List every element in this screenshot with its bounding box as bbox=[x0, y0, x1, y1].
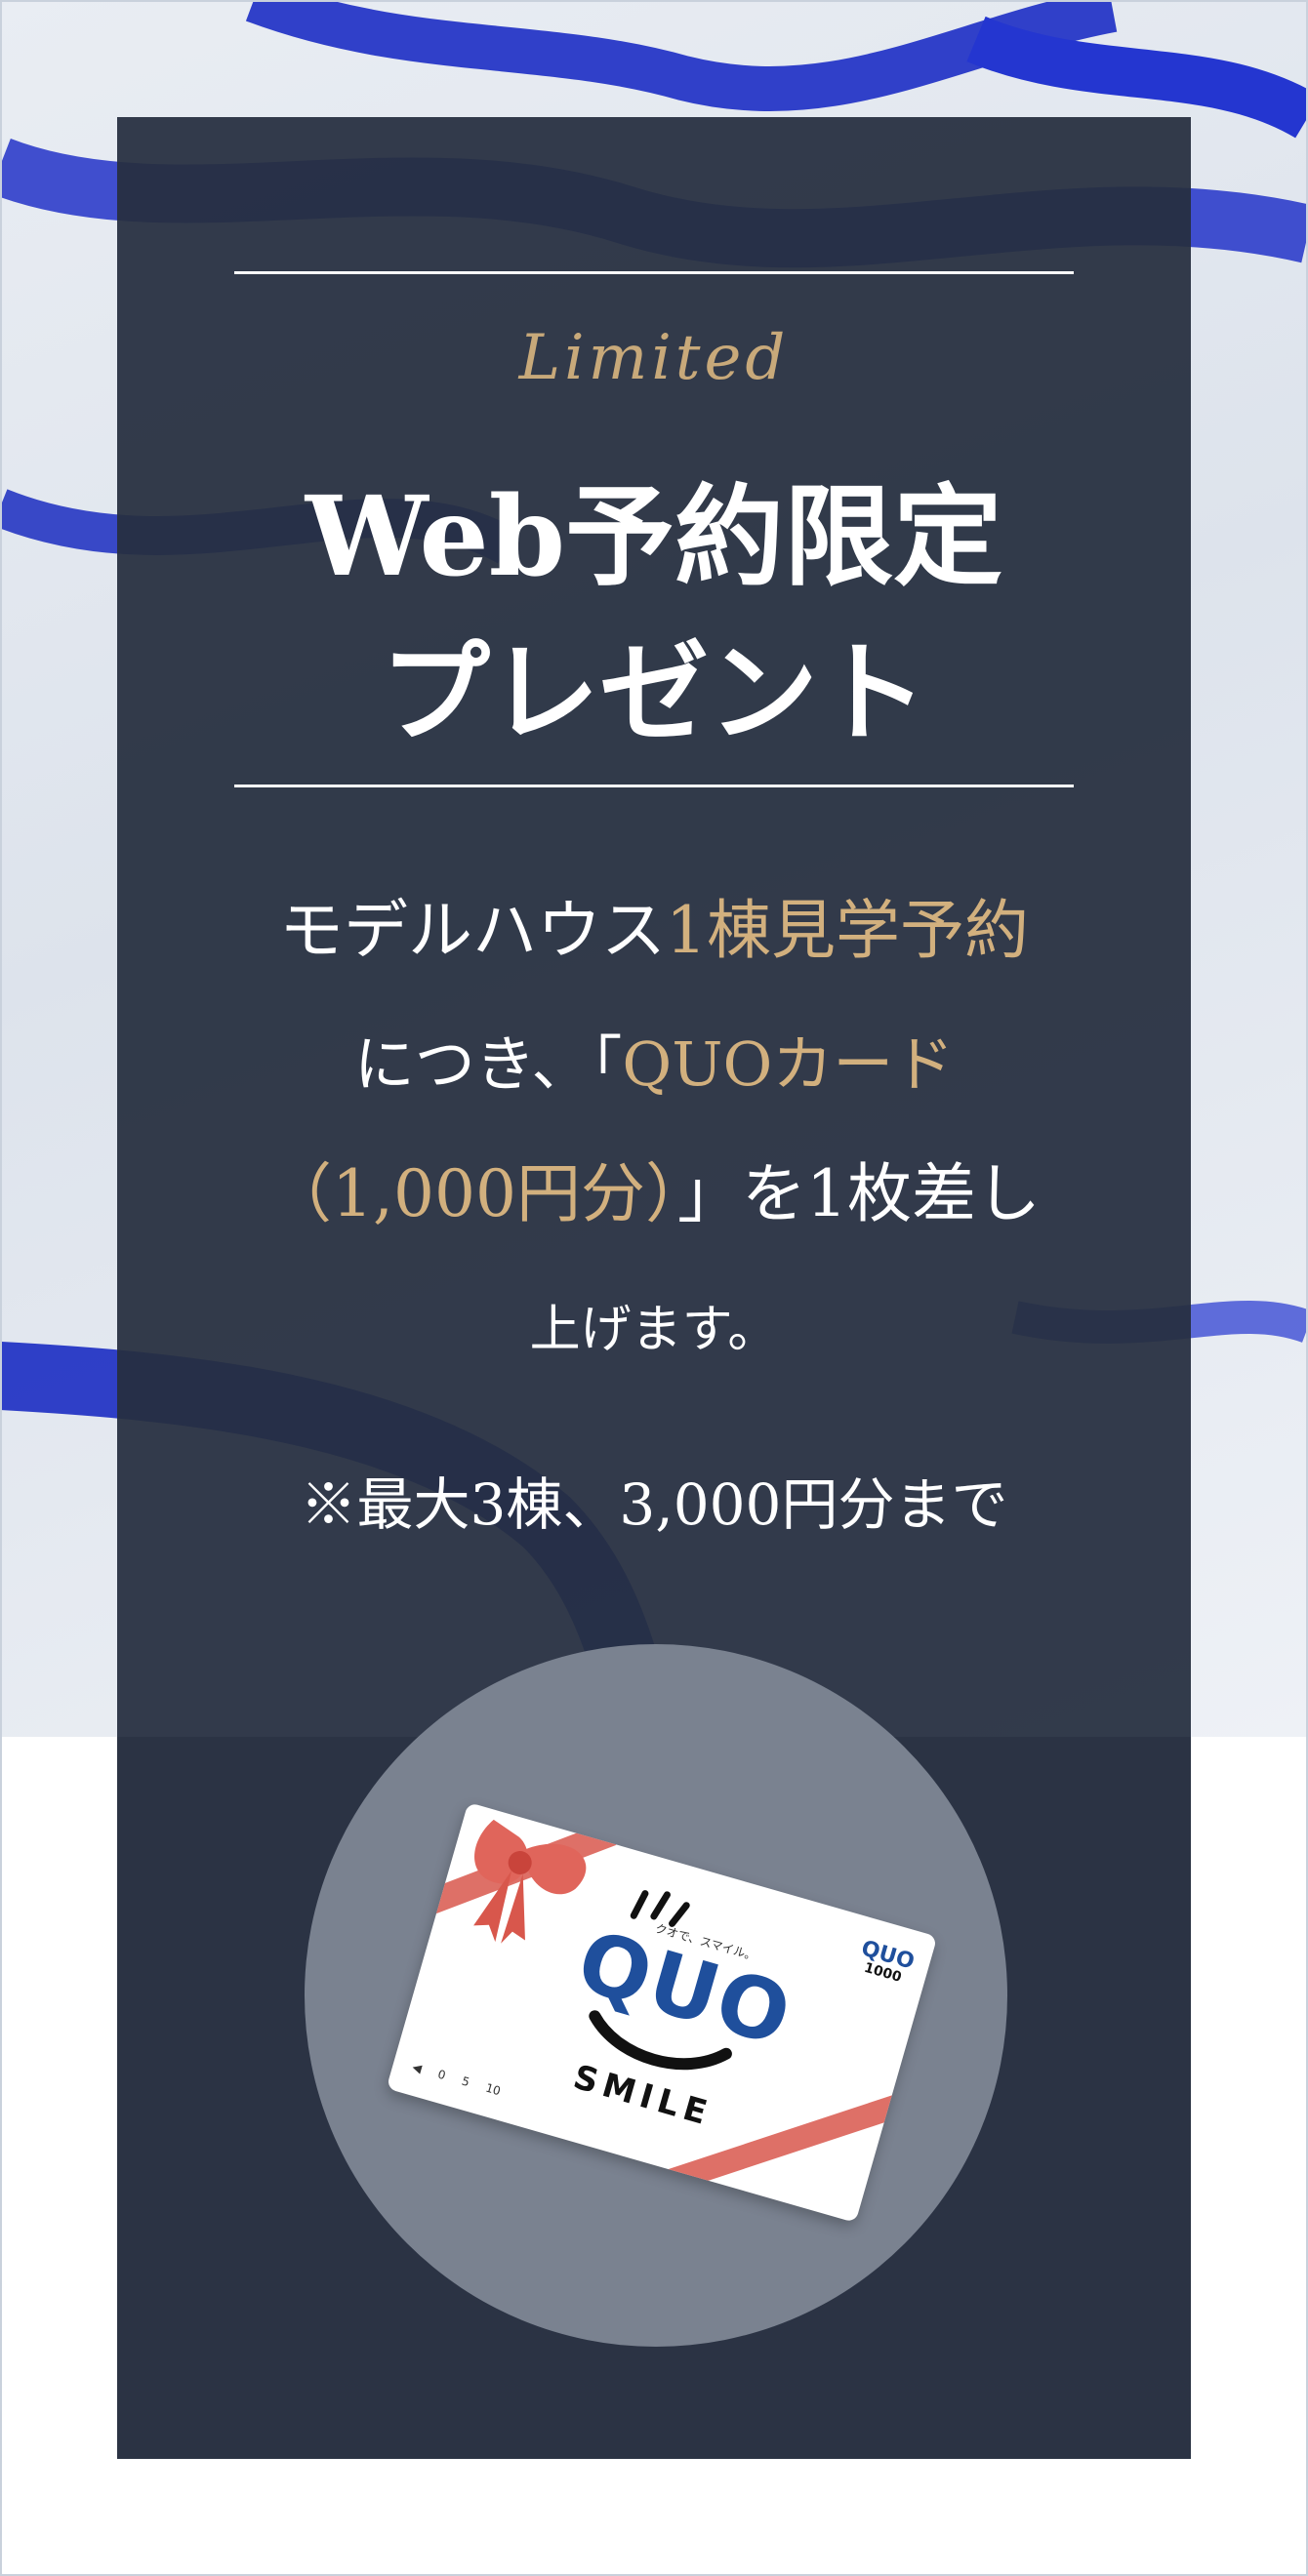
offer-note: ※最大3棟、3,000円分まで bbox=[300, 1471, 1008, 1538]
limited-eyebrow: Limited bbox=[518, 322, 790, 394]
offer-highlight: 1棟見学予約 bbox=[666, 893, 1029, 968]
title-line-2: プレゼント bbox=[381, 629, 927, 757]
offer-line-4: 上げます。 bbox=[529, 1301, 779, 1359]
divider-top bbox=[234, 271, 1074, 274]
offer-highlight: （1,000円分） bbox=[267, 1156, 677, 1231]
offer-line-2: につき、「QUOカード bbox=[0, 1015, 1308, 1103]
offer-text: 」を1枚差し bbox=[676, 1156, 1041, 1231]
divider-bottom bbox=[234, 785, 1074, 787]
title-line-1: Web予約限定 bbox=[305, 473, 1003, 601]
offer-text: モデルハウス bbox=[279, 893, 666, 968]
offer-line-1: モデルハウス1棟見学予約 bbox=[0, 878, 1308, 972]
offer-text: につき、「 bbox=[353, 1028, 623, 1100]
offer-highlight: QUOカード bbox=[622, 1028, 955, 1100]
offer-line-3: （1,000円分）」を1枚差し bbox=[0, 1142, 1308, 1235]
